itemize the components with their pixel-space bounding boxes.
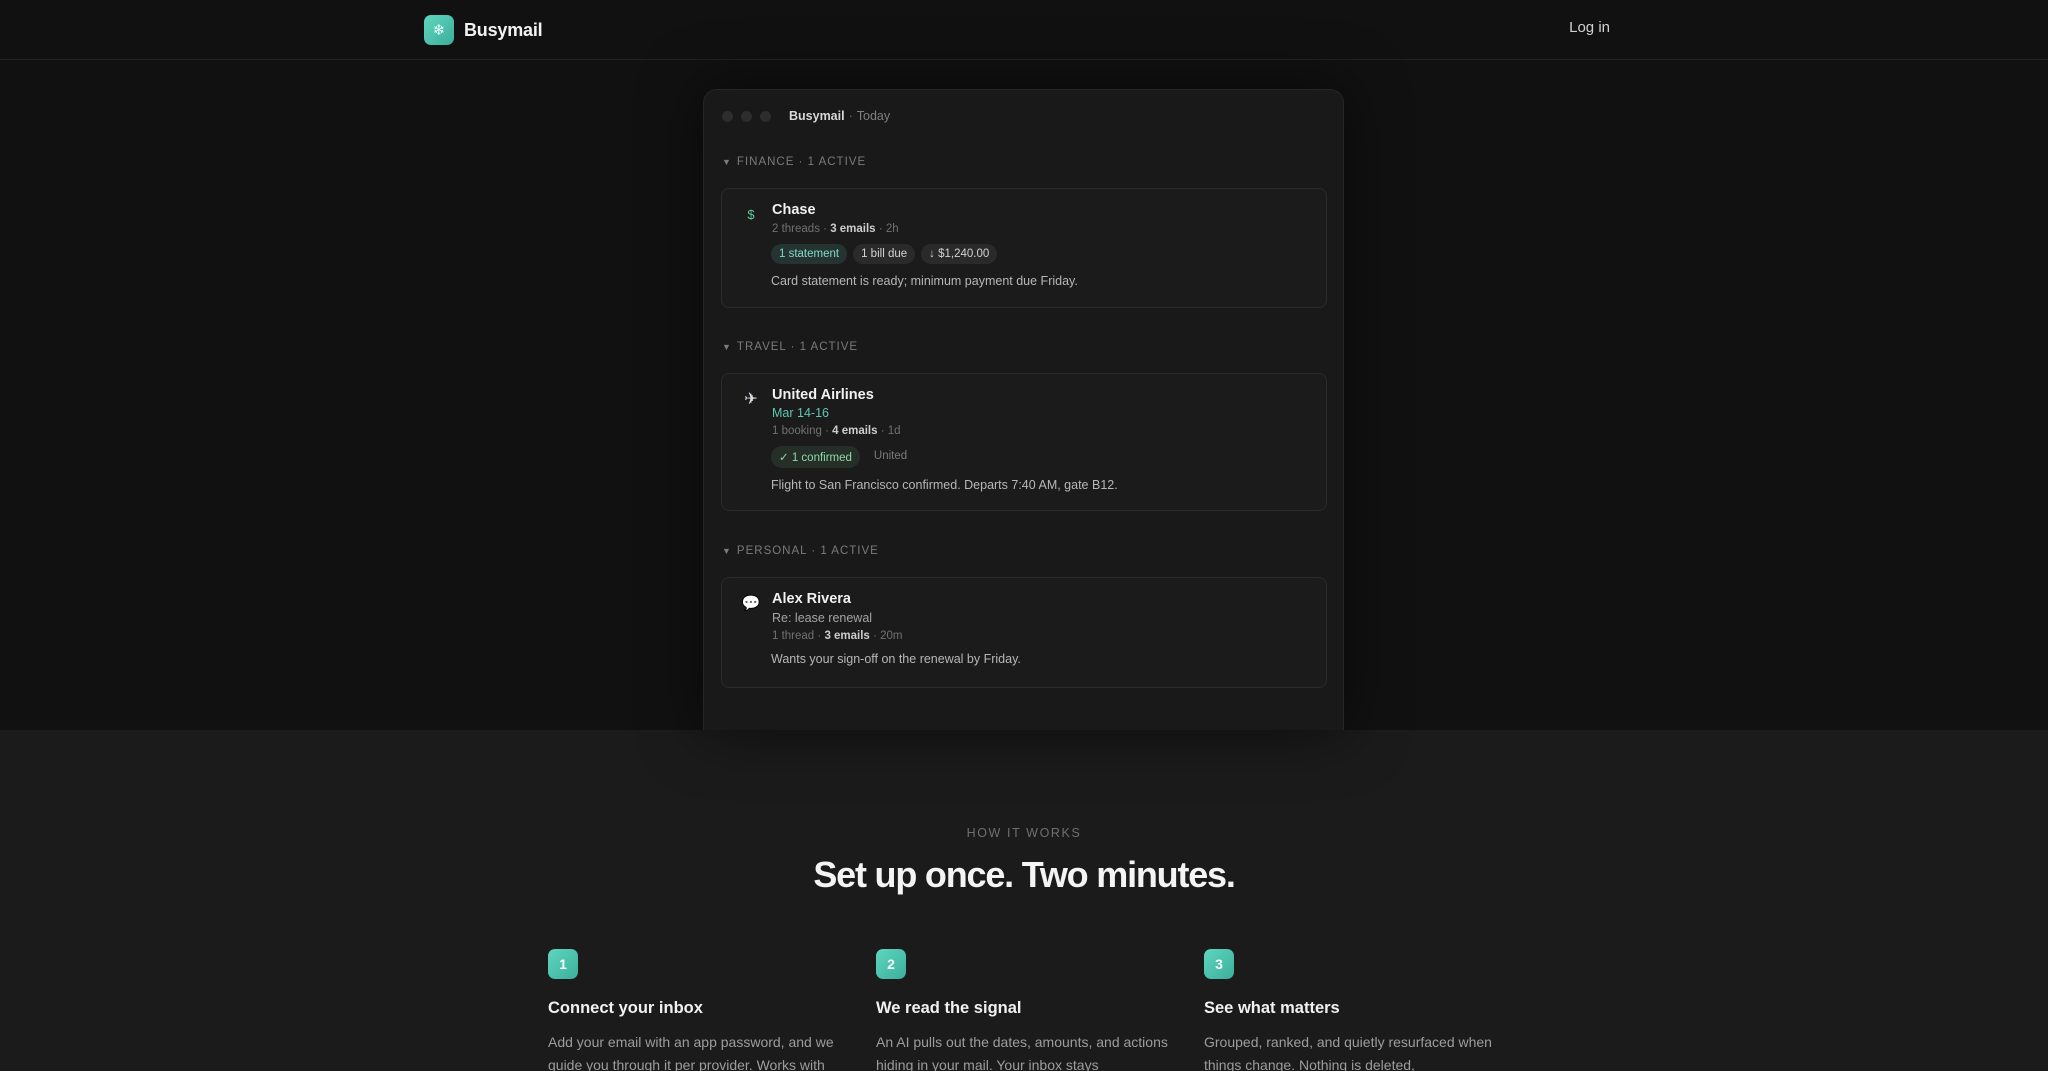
step-title: See what matters [1204,999,1340,1017]
sender-name: Chase [772,202,816,218]
card-summary: Flight to San Francisco confirmed. Depar… [771,478,1118,492]
speech-bubble-icon: 💬 [741,595,761,612]
airplane-icon: ✈ [744,391,758,408]
meta-age: · 2h [878,223,899,235]
thread-subject: Re: lease renewal [772,611,873,625]
meta-bookings: 1 booking · [772,425,829,437]
brand-name: Busymail [464,19,543,40]
card-meta: 2 threads · 3 emails · 2h [772,223,1310,235]
section-eyebrow: How it works [966,826,1082,840]
chip-carrier[interactable]: United [866,446,915,468]
step-number-badge: 2 [876,949,906,979]
meta-threads: 2 threads · [772,223,827,235]
step-read-signal: 2 We read the signal An AI pulls out the… [876,949,1176,1071]
card-summary: Card statement is ready; minimum payment… [771,274,1078,288]
section-label: Personal · 1 active [736,545,879,557]
top-nav: ❄ Busymail Log in [0,0,2048,60]
app-preview-window: Busymail · Today ▼ Finance · 1 active $ … [703,89,1344,730]
step-description: Add your email with an app password, and… [548,1034,834,1071]
chip-statement[interactable]: 1 statement [771,244,848,264]
caret-down-icon: ▼ [722,546,732,556]
email-group-card-chase[interactable]: $ Chase 2 threads · 3 emails · 2h 1 stat… [721,188,1327,308]
section-header-travel[interactable]: ▼ Travel · 1 active [722,341,858,353]
step-see-what-matters: 3 See what matters Grouped, ranked, and … [1204,949,1504,1071]
chip-confirmed[interactable]: ✓ 1 confirmed [771,446,860,468]
email-group-card-united[interactable]: ✈ United Airlines Mar 14-16 1 booking · … [721,373,1327,511]
card-summary: Wants your sign-off on the renewal by Fr… [771,652,1021,666]
brand[interactable]: ❄ Busymail [424,15,543,45]
meta-email-count: 3 emails [824,630,870,642]
section-header-personal[interactable]: ▼ Personal · 1 active [722,545,879,557]
window-dot-close [722,110,733,122]
step-title: Connect your inbox [548,999,703,1017]
window-subtitle: Today [856,109,891,123]
section-header-finance[interactable]: ▼ Finance · 1 active [722,156,866,168]
chip-amount[interactable]: ↓ $1,240.00 [921,244,998,264]
dollar-icon: $ [747,206,755,222]
step-connect-inbox: 1 Connect your inbox Add your email with… [548,949,848,1071]
section-title: Set up once. Two minutes. [813,854,1236,895]
chip-row: 1 statement 1 bill due ↓ $1,240.00 [771,244,1310,264]
step-description: An AI pulls out the dates, amounts, and … [876,1034,1168,1071]
section-label: Finance · 1 active [736,156,867,168]
window-dot-maximize [760,110,771,122]
meta-age: · 20m [873,630,903,642]
step-number-badge: 1 [548,949,578,979]
step-title: We read the signal [876,999,1022,1017]
window-title-separator: · [848,109,853,123]
chip-row: ✓ 1 confirmed United [771,446,1310,468]
sender-name: United Airlines [772,387,874,403]
step-description: Grouped, ranked, and quietly resurfaced … [1204,1034,1492,1071]
meta-age: · 1d [880,425,901,437]
meta-email-count: 3 emails [830,223,876,235]
card-meta: 1 thread · 3 emails · 20m [772,630,1310,642]
caret-down-icon: ▼ [722,157,732,167]
window-title: Busymail [789,109,845,123]
meta-email-count: 4 emails [832,425,878,437]
login-link[interactable]: Log in [1550,19,1610,36]
step-number-badge: 3 [1204,949,1234,979]
sender-name: Alex Rivera [772,591,851,607]
logo-icon: ❄ [424,15,454,45]
window-dot-minimize [741,110,752,122]
trip-dates: Mar 14-16 [772,406,829,420]
section-label: Travel · 1 active [736,341,859,353]
meta-threads: 1 thread · [772,630,822,642]
chip-bill-due[interactable]: 1 bill due [853,244,916,264]
caret-down-icon: ▼ [722,342,732,352]
card-meta: 1 booking · 4 emails · 1d [772,425,1310,437]
email-group-card-alex-rivera[interactable]: 💬 Alex Rivera Re: lease renewal 1 thread… [721,577,1327,688]
window-titlebar: Busymail · Today [722,106,890,126]
